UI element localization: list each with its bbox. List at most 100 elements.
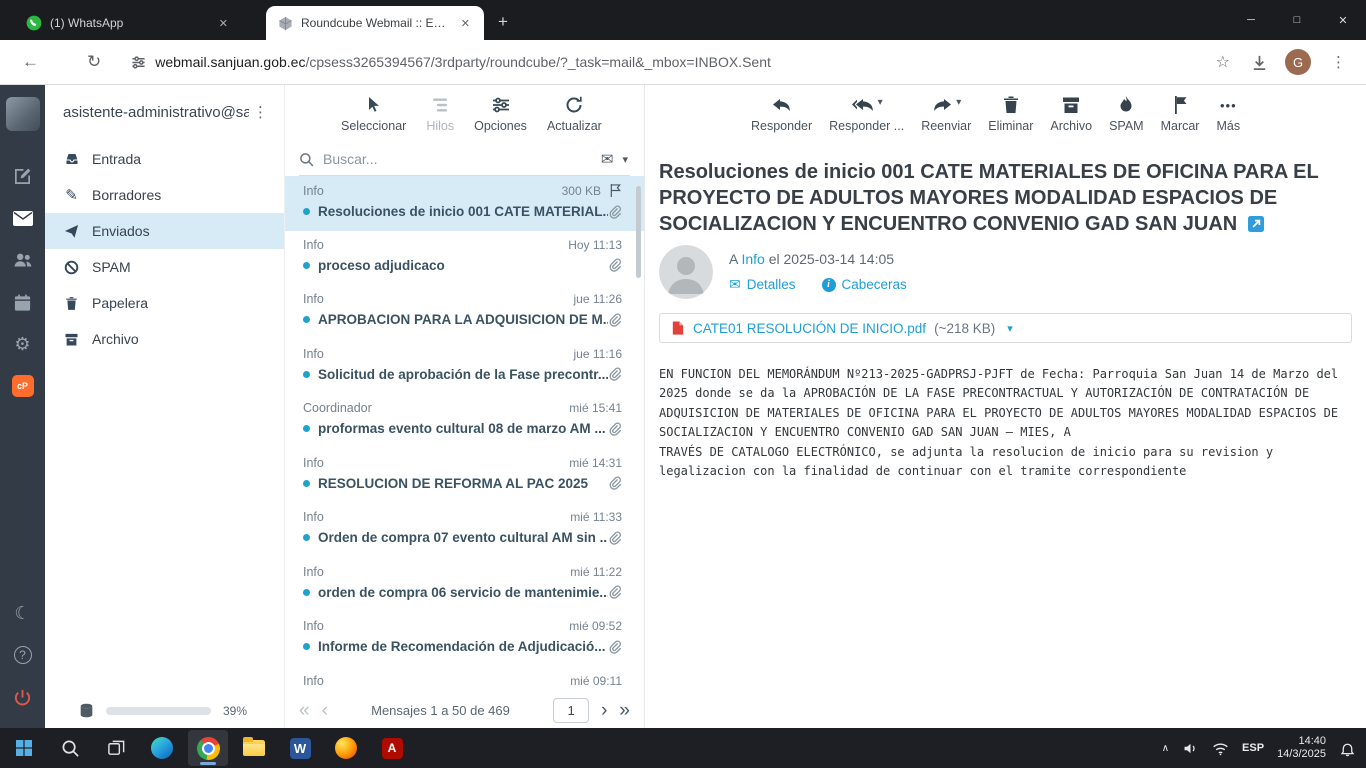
- task-view-button[interactable]: [96, 730, 136, 766]
- webmail-logo[interactable]: [6, 97, 40, 131]
- delete-button[interactable]: Eliminar: [988, 95, 1033, 133]
- account-menu-icon[interactable]: ⋮: [249, 103, 272, 121]
- rail-bottom: ☾ ?: [13, 592, 32, 718]
- new-tab-button[interactable]: +: [484, 12, 522, 40]
- forward-button[interactable]: ▾ Reenviar: [921, 95, 971, 133]
- browser-urlbar: ← ↻ webmail.sanjuan.gob.ec/cpsess3265394…: [0, 40, 1366, 85]
- tab-roundcube[interactable]: Roundcube Webmail :: Enviad... ✕: [266, 6, 484, 40]
- acrobat-button[interactable]: A: [372, 730, 412, 766]
- options-button[interactable]: Opciones: [474, 95, 527, 133]
- message-list-item[interactable]: Infomié 11:22 orden de compra 06 servici…: [285, 558, 644, 613]
- browser-menu-icon[interactable]: ⋮: [1321, 53, 1356, 71]
- language-indicator[interactable]: ESP: [1242, 742, 1264, 754]
- folder-papelera[interactable]: Papelera: [45, 285, 284, 321]
- file-explorer-button[interactable]: [234, 730, 274, 766]
- window-controls: ─ □ ✕: [1228, 0, 1366, 40]
- message-list-item[interactable]: Infomié 09:52 Informe de Recomendación d…: [285, 612, 644, 667]
- next-page-icon[interactable]: ›: [601, 701, 607, 720]
- folder-label: Borradores: [92, 187, 161, 203]
- compose-button[interactable]: [13, 166, 32, 186]
- mark-button[interactable]: Marcar: [1161, 95, 1200, 133]
- pencil-icon: ✎: [63, 186, 80, 204]
- search-options-chevron-icon[interactable]: ▾: [622, 153, 630, 166]
- message-list-item[interactable]: Infojue 11:16 Solicitud de aprobación de…: [285, 340, 644, 395]
- message-list-item[interactable]: Info 300 KB Resoluciones de inicio 001 C…: [285, 176, 644, 231]
- message-list-item[interactable]: Infojue 11:26 APROBACION PARA LA ADQUISI…: [285, 285, 644, 340]
- edge-button[interactable]: [142, 730, 182, 766]
- window-close-icon[interactable]: ✕: [1320, 0, 1366, 40]
- refresh-button[interactable]: Actualizar: [547, 95, 602, 133]
- reply-all-caret-icon[interactable]: ▾: [878, 97, 883, 108]
- mail-nav-button[interactable]: [13, 208, 33, 228]
- hidden-icons-chevron-icon[interactable]: ∧: [1162, 743, 1169, 754]
- page-number-input[interactable]: [553, 698, 589, 723]
- message-list-item[interactable]: Infomié 14:31 RESOLUCION DE REFORMA AL P…: [285, 449, 644, 504]
- notifications-bell-icon[interactable]: [1339, 740, 1356, 757]
- last-page-icon[interactable]: »: [619, 701, 630, 720]
- attachment-bar[interactable]: CATE01 RESOLUCIÓN DE INICIO.pdf (~218 KB…: [659, 313, 1352, 343]
- calendar-nav-button[interactable]: [13, 292, 32, 312]
- help-button[interactable]: ?: [14, 645, 32, 665]
- search-scope-icon[interactable]: ✉: [601, 150, 614, 168]
- logout-button[interactable]: [13, 687, 32, 707]
- chrome-button[interactable]: [188, 730, 228, 766]
- select-button[interactable]: Seleccionar: [341, 95, 406, 133]
- window-maximize-icon[interactable]: □: [1274, 0, 1320, 40]
- tab-whatsapp[interactable]: (1) WhatsApp ✕: [14, 6, 242, 40]
- folder-archivo[interactable]: Archivo: [45, 321, 284, 357]
- folder-entrada[interactable]: Entrada: [45, 141, 284, 177]
- message-list: Info 300 KB Resoluciones de inicio 001 C…: [285, 176, 644, 693]
- folder-borradores[interactable]: ✎ Borradores: [45, 177, 284, 213]
- paperclip-icon: [608, 367, 622, 381]
- start-button[interactable]: [4, 730, 44, 766]
- details-link[interactable]: ✉Detalles: [729, 276, 796, 293]
- profile-avatar[interactable]: G: [1285, 49, 1311, 75]
- downloads-icon[interactable]: [1250, 53, 1269, 72]
- tab-close-icon[interactable]: ✕: [215, 15, 232, 32]
- account-header[interactable]: asistente-administrativo@sa... ⋮: [45, 85, 284, 133]
- tab-close-icon[interactable]: ✕: [457, 15, 474, 32]
- message-list-item[interactable]: Infomié 11:33 Orden de compra 07 evento …: [285, 503, 644, 558]
- firefox-button[interactable]: [326, 730, 366, 766]
- message-date: jue 11:26: [574, 292, 623, 306]
- dark-mode-button[interactable]: ☾: [14, 603, 30, 623]
- settings-nav-button[interactable]: ⚙: [14, 334, 30, 354]
- reply-all-button[interactable]: ▾ Responder ...: [829, 95, 904, 133]
- compose-icon: [13, 167, 32, 186]
- forward-caret-icon[interactable]: ▾: [956, 97, 961, 108]
- network-icon[interactable]: [1212, 740, 1229, 757]
- open-in-new-window-icon[interactable]: [1248, 216, 1264, 237]
- list-scrollbar[interactable]: [636, 186, 641, 278]
- headers-link[interactable]: iCabeceras: [822, 277, 907, 292]
- window-minimize-icon[interactable]: ─: [1228, 0, 1274, 40]
- reload-icon[interactable]: ↻: [75, 52, 113, 72]
- folder-enviados[interactable]: Enviados: [45, 213, 284, 249]
- attachment-name[interactable]: CATE01 RESOLUCIÓN DE INICIO.pdf: [693, 321, 926, 336]
- message-list-item[interactable]: Coordinadormié 15:41 proformas evento cu…: [285, 394, 644, 449]
- cpanel-button[interactable]: cP: [12, 376, 34, 396]
- contacts-nav-button[interactable]: [13, 250, 33, 270]
- taskbar-clock[interactable]: 14:40 14/3/2025: [1277, 735, 1326, 762]
- message-list-item[interactable]: InfoHoy 11:13 proceso adjudicaco: [285, 231, 644, 286]
- attachment-menu-caret-icon[interactable]: ▾: [1007, 322, 1013, 335]
- taskbar-search-button[interactable]: [50, 730, 90, 766]
- back-icon[interactable]: ←: [10, 52, 51, 72]
- more-button[interactable]: ••• Más: [1216, 95, 1240, 133]
- message-date: jue 11:16: [574, 347, 623, 361]
- spam-label: SPAM: [1109, 119, 1144, 133]
- message-date: mié 11:33: [570, 510, 622, 524]
- flag-icon[interactable]: [609, 183, 622, 198]
- clock-date: 14/3/2025: [1277, 748, 1326, 762]
- folder-spam[interactable]: SPAM: [45, 249, 284, 285]
- word-button[interactable]: W: [280, 730, 320, 766]
- reply-button[interactable]: Responder: [751, 95, 812, 133]
- message-list-item[interactable]: Infomié 09:11: [285, 667, 644, 694]
- bookmark-star-icon[interactable]: ☆: [1208, 52, 1238, 72]
- site-info-icon[interactable]: [131, 55, 146, 70]
- sender-link[interactable]: Info: [741, 251, 764, 267]
- archive-button[interactable]: Archivo: [1050, 95, 1092, 133]
- volume-icon[interactable]: [1182, 740, 1199, 757]
- url-field[interactable]: webmail.sanjuan.gob.ec/cpsess3265394567/…: [131, 54, 1207, 70]
- spam-button[interactable]: SPAM: [1109, 95, 1144, 133]
- search-input[interactable]: [323, 151, 592, 167]
